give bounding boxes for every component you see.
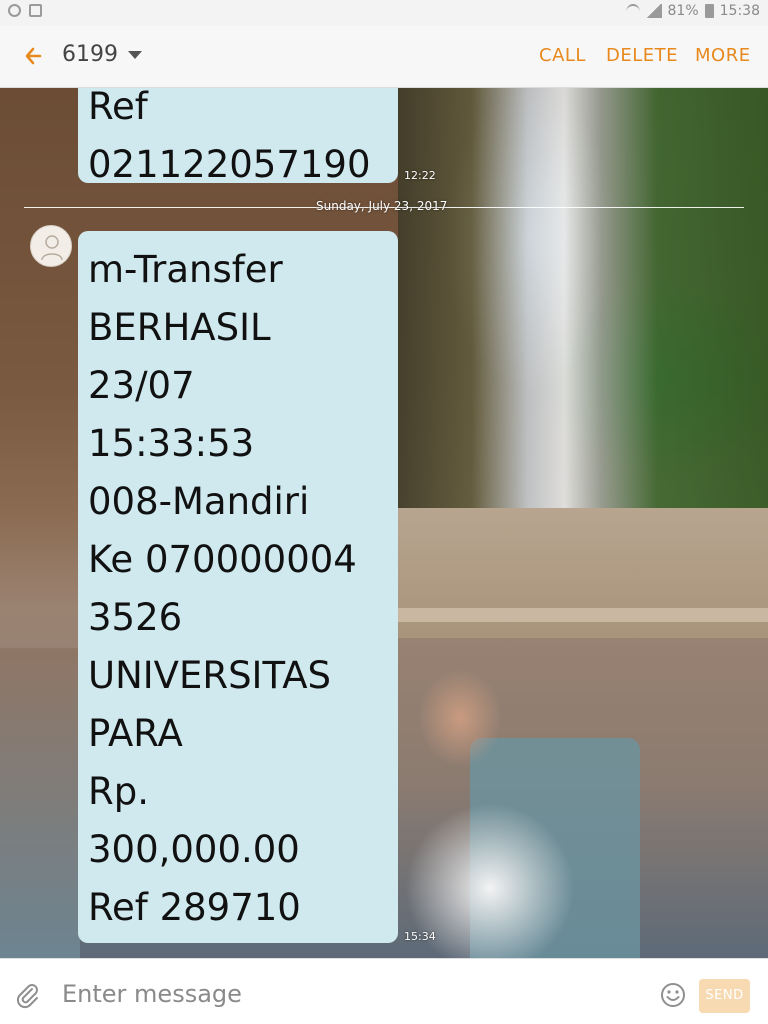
message-line: Ref 289710 — [88, 886, 301, 929]
smiley-icon — [661, 983, 685, 1007]
message-line: m-Transfer — [88, 248, 283, 291]
attach-button[interactable] — [14, 981, 42, 1009]
avatar-icon — [41, 235, 63, 261]
sender-avatar[interactable] — [30, 225, 72, 267]
message-bubble-previous[interactable]: Ref 021122057190 — [78, 88, 398, 186]
message-input[interactable] — [60, 971, 644, 1017]
battery-percent: 81% — [667, 3, 699, 19]
clock: 15:38 — [719, 3, 760, 19]
delete-button[interactable]: DELETE — [606, 45, 678, 66]
whatsapp-icon — [8, 4, 21, 17]
message-notification-icon — [29, 4, 42, 17]
message-line: PARA — [88, 712, 183, 755]
background-shelf-edge — [398, 608, 768, 622]
contact-number: 6199 — [62, 42, 118, 67]
message-timestamp: 15:34 — [404, 930, 436, 943]
message-line: 3526 — [88, 596, 183, 639]
message-line: 021122057190 — [88, 143, 371, 186]
message-line: UNIVERSITAS — [88, 654, 331, 697]
status-notifications — [8, 4, 42, 17]
message-line: 300,000.00 — [88, 828, 300, 871]
battery-icon — [704, 4, 714, 18]
message-timestamp: 12:22 — [404, 169, 436, 182]
status-indicators: 81% 15:38 — [625, 3, 760, 19]
background-person — [400, 628, 610, 958]
message-line: 15:33:53 — [88, 422, 255, 465]
wifi-icon — [625, 4, 640, 18]
paperclip-icon — [16, 984, 38, 1009]
call-button[interactable]: CALL — [539, 45, 586, 66]
app-bar: 6199 CALL DELETE MORE — [0, 26, 768, 88]
composer-bar: SEND — [0, 958, 768, 1024]
more-button[interactable]: MORE — [695, 45, 751, 66]
message-line: BERHASIL — [88, 306, 271, 349]
back-button[interactable] — [20, 42, 48, 70]
message-line: 23/07 — [88, 364, 195, 407]
message-line: Ref — [88, 88, 148, 128]
chevron-down-icon — [128, 50, 142, 59]
message-line: Ke 070000004 — [88, 538, 357, 581]
message-line: 008-Mandiri — [88, 480, 310, 523]
contact-selector[interactable]: 6199 — [62, 42, 142, 67]
message-thread[interactable]: Ref 021122057190 12:22 Sunday, July 23, … — [0, 88, 768, 958]
message-bubble-transfer[interactable]: m-Transfer BERHASIL 23/07 15:33:53 008-M… — [78, 231, 398, 943]
emoji-button[interactable] — [659, 981, 687, 1009]
background-chair — [0, 648, 80, 958]
message-line: Rp. — [88, 770, 149, 813]
send-button[interactable]: SEND — [699, 979, 750, 1013]
background-image — [398, 88, 768, 508]
back-arrow-icon — [25, 47, 42, 65]
date-label: Sunday, July 23, 2017 — [316, 199, 448, 213]
status-bar: 81% 15:38 — [0, 0, 768, 26]
signal-icon — [645, 4, 662, 18]
